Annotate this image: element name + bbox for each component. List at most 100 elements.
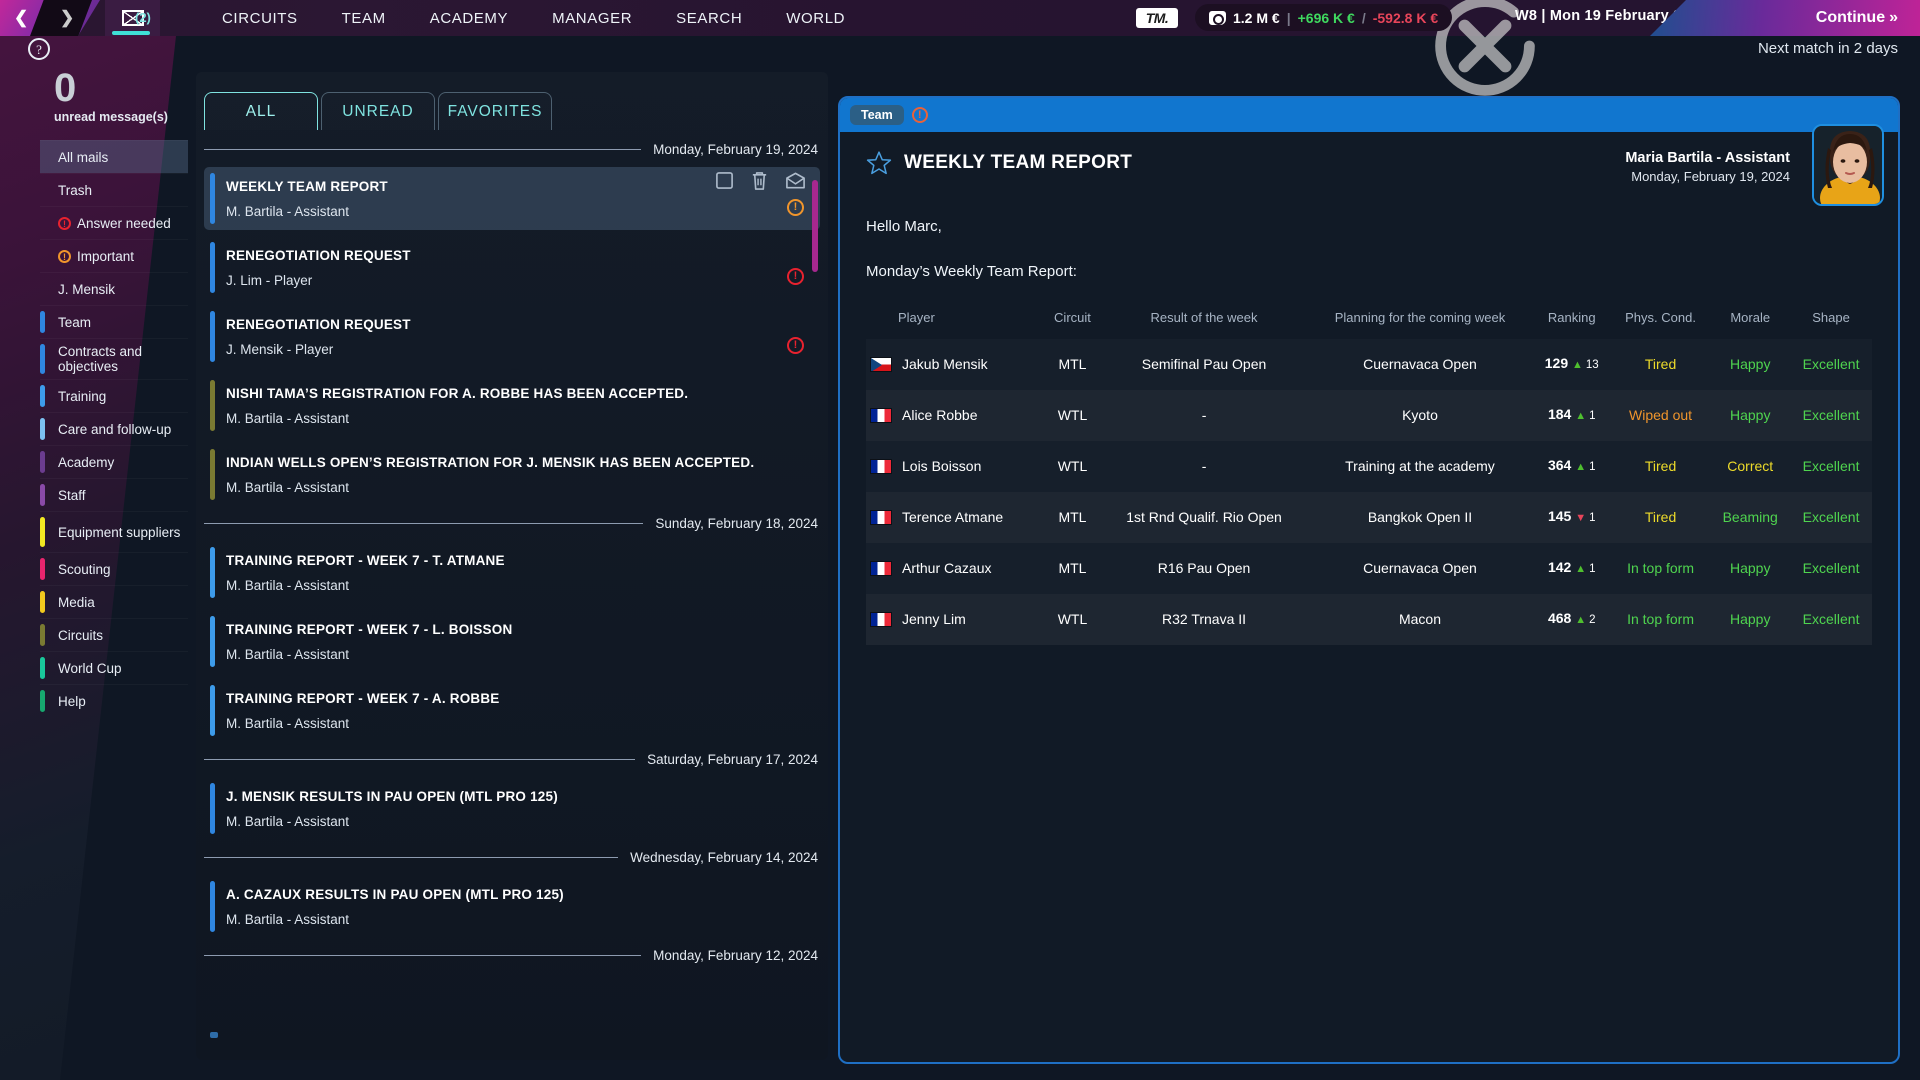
mail-list-scrollbar[interactable]: [812, 180, 818, 272]
favorite-star-icon[interactable]: [866, 150, 892, 176]
table-row[interactable]: Alice Robbe WTL - Kyoto 184 ▲ 1 Wiped out Happy…: [866, 390, 1872, 441]
mail-list-item[interactable]: WEEKLY TEAM REPORT M. Bartila - Assistant…: [204, 167, 820, 230]
sidebar-item-label: Contracts and objectives: [58, 344, 143, 374]
nav-item-circuits[interactable]: CIRCUITS: [200, 10, 320, 27]
money-total: 1.2 M €: [1233, 9, 1280, 26]
sidebar-item-label: Training: [58, 388, 107, 404]
flag-fr-icon: [870, 510, 892, 525]
table-row[interactable]: Jakub Mensik MTL Semifinal Pau Open Cuernav…: [866, 339, 1872, 390]
mail-list-item[interactable]: RENEGOTIATION REQUEST J. Lim - Player!: [204, 236, 820, 299]
table-header-ranking: Ranking: [1547, 310, 1596, 325]
money-slash: /: [1361, 9, 1366, 26]
mail-list-item[interactable]: NISHI TAMA’S REGISTRATION FOR A. ROBBE H…: [204, 374, 820, 437]
mail-sender: J. Lim - Player: [226, 273, 313, 288]
table-header-row: Player Circuit Result of the week Planning …: [866, 300, 1872, 339]
rank-delta: 1: [1589, 410, 1596, 422]
sidebar-item-circuits[interactable]: Circuits: [40, 618, 188, 651]
table-row[interactable]: Arthur Cazaux MTL R16 Pau Open Cuernavaca O…: [866, 543, 1872, 594]
table-row[interactable]: Terence Atmane MTL 1st Rnd Qualif. Rio Ope…: [866, 492, 1872, 543]
cell-player: Alice Robbe: [866, 390, 1044, 441]
tab-favorites[interactable]: FAVORITES: [438, 92, 552, 130]
mail-list-item[interactable]: TRAINING REPORT - WEEK 7 - L. BOISSON M. …: [204, 610, 820, 673]
tm-brand-logo: TM.: [1136, 8, 1178, 28]
mail-sender: M. Bartila - Assistant: [226, 912, 350, 927]
divider-line: [204, 759, 636, 760]
mail-category-accent: [210, 380, 215, 431]
sidebar-item-staff[interactable]: Staff: [40, 478, 188, 511]
player-name: Alice Robbe: [902, 407, 978, 423]
sidebar-item-team[interactable]: Team: [40, 305, 188, 338]
divider-line: [204, 149, 642, 150]
mail-list-item[interactable]: RENEGOTIATION REQUEST J. Mensik - Player!: [204, 305, 820, 368]
flag-fr-icon: [870, 459, 892, 474]
divider-line: [204, 955, 642, 956]
mail-group-date: Sunday, February 18, 2024: [655, 516, 818, 531]
mail-category-accent: [210, 173, 215, 224]
weekly-team-report-table: Player Circuit Result of the week Planning …: [866, 300, 1872, 645]
sidebar-item-help[interactable]: Help: [40, 684, 188, 717]
table-header-player: Player: [898, 310, 935, 325]
mail-list-item[interactable]: TRAINING REPORT - WEEK 7 - A. ROBBE M. Ba…: [204, 679, 820, 742]
sidebar-item-important[interactable]: ! Important: [40, 239, 188, 272]
finance-indicator[interactable]: 1.2 M € | +696 K € / -592.8 K €: [1195, 4, 1453, 31]
sidebar-item-label: Media: [58, 594, 95, 610]
mail-date-divider: Saturday, February 17, 2024: [196, 742, 828, 771]
sidebar-color-bar: [40, 418, 45, 440]
sidebar-item-list: All mails Trash! Answer needed! Important J.…: [40, 140, 188, 717]
sidebar-item-label: Help: [58, 693, 86, 709]
table-row[interactable]: Lois Boisson WTL - Training at the academy 3…: [866, 441, 1872, 492]
back-arrow-icon[interactable]: ❮: [14, 8, 28, 28]
continue-button[interactable]: Continue »: [1650, 0, 1920, 36]
rank-delta: 1: [1589, 563, 1596, 575]
sidebar-item-label: Scouting: [58, 561, 111, 577]
cell-morale: Happy: [1729, 560, 1771, 576]
nav-item-academy[interactable]: ACADEMY: [408, 10, 530, 27]
sidebar-item-training[interactable]: Training: [40, 379, 188, 412]
nav-item-team[interactable]: TEAM: [320, 10, 408, 27]
cell-player: Arthur Cazaux: [866, 543, 1044, 594]
nav-item-search[interactable]: SEARCH: [654, 10, 764, 27]
sidebar-item-media[interactable]: Media: [40, 585, 188, 618]
player-name: Arthur Cazaux: [902, 560, 992, 576]
mail-unread-count: (2): [135, 10, 151, 25]
sidebar-item-answer-needed[interactable]: ! Answer needed: [40, 206, 188, 239]
alert-orange-icon: !: [58, 249, 71, 263]
sidebar-item-world-cup[interactable]: World Cup: [40, 651, 188, 684]
mail-list-item[interactable]: A. CAZAUX RESULTS IN PAU OPEN (MTL PRO 1…: [204, 875, 820, 938]
cell-phys-cond: In top form: [1627, 560, 1695, 576]
mail-list-item[interactable]: J. MENSIK RESULTS IN PAU OPEN (MTL PRO 1…: [204, 777, 820, 840]
mail-subject: INDIAN WELLS OPEN’S REGISTRATION FOR J. …: [226, 455, 755, 470]
sidebar-item-care-and-follow-up[interactable]: Care and follow-up: [40, 412, 188, 445]
unread-count: 0: [54, 66, 77, 110]
tab-all[interactable]: ALL: [204, 92, 318, 130]
cell-ranking: 145 ▼ 1: [1533, 492, 1611, 543]
mail-list-item[interactable]: TRAINING REPORT - WEEK 7 - T. ATMANE M. B…: [204, 541, 820, 604]
table-row[interactable]: Jenny Lim WTL R32 Trnava II Macon 468 ▲ 2 In t…: [866, 594, 1872, 645]
cell-result: R16 Pau Open: [1157, 560, 1251, 576]
sidebar-item-contracts-and-objectives[interactable]: Contracts and objectives: [40, 338, 188, 379]
forward-arrow-icon[interactable]: ❯: [60, 8, 74, 28]
nav-item-manager[interactable]: MANAGER: [530, 10, 654, 27]
sidebar-item-trash[interactable]: Trash: [40, 173, 188, 206]
tab-unread[interactable]: UNREAD: [321, 92, 435, 130]
mail-alert-icon: !: [787, 199, 804, 216]
mail-sender: M. Bartila - Assistant: [226, 716, 350, 731]
mail-list-item[interactable]: INDIAN WELLS OPEN’S REGISTRATION FOR J. …: [204, 443, 820, 506]
mail-category-badge[interactable]: Team: [850, 105, 904, 125]
important-alert-icon: !: [911, 107, 928, 123]
mail-sender: M. Bartila - Assistant: [226, 480, 350, 495]
sidebar-item-equipment-suppliers[interactable]: Equipment suppliers: [40, 511, 188, 552]
rank-delta: 1: [1589, 512, 1596, 524]
cell-result: Semifinal Pau Open: [1141, 356, 1267, 372]
sidebar-item-scouting[interactable]: Scouting: [40, 552, 188, 585]
sidebar-item-academy[interactable]: Academy: [40, 445, 188, 478]
table-header-phys-cond: Phys. Cond.: [1625, 310, 1696, 325]
nav-item-world[interactable]: WORLD: [764, 10, 867, 27]
sidebar-item-j-mensik[interactable]: J. Mensik: [40, 272, 188, 305]
mail-group-date: Monday, February 19, 2024: [653, 142, 818, 157]
cell-shape: Excellent: [1802, 458, 1860, 474]
help-icon[interactable]: ?: [28, 38, 50, 60]
sidebar-item-label: Team: [58, 314, 92, 330]
cell-ranking: 184 ▲ 1: [1533, 390, 1611, 441]
sidebar-item-all-mails[interactable]: All mails: [40, 140, 188, 173]
